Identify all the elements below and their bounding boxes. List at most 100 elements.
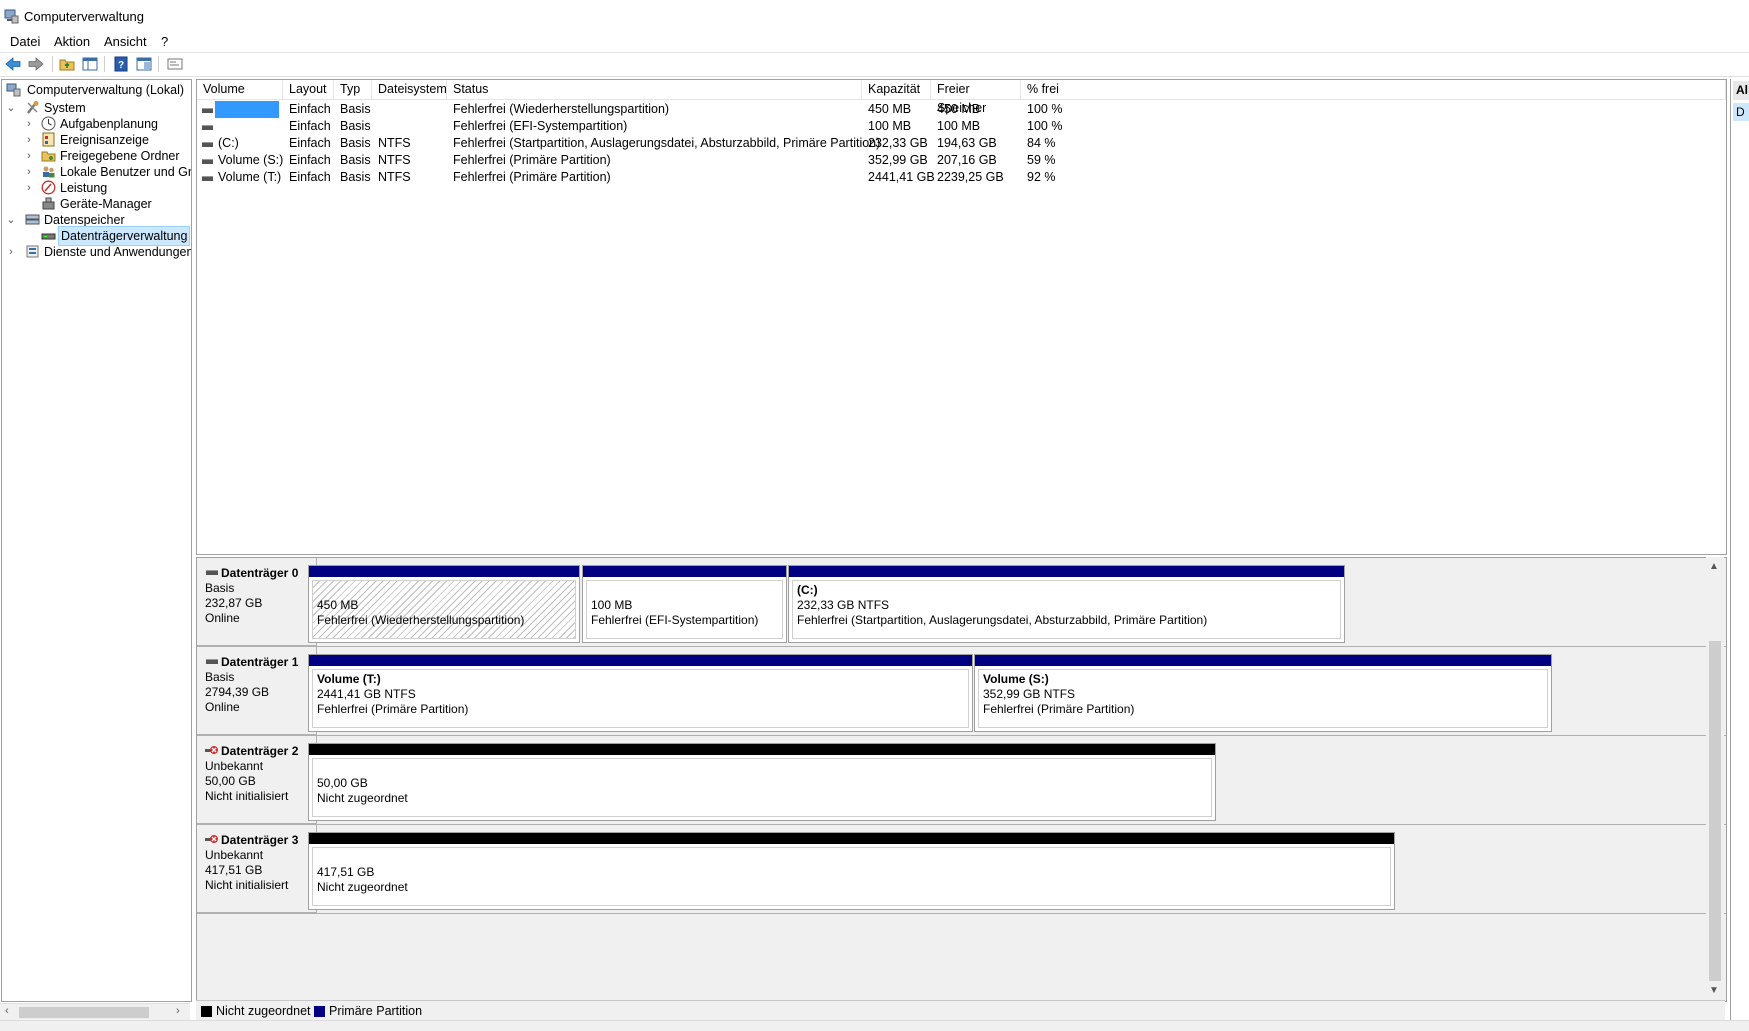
cell-cap: 352,99 GB xyxy=(868,153,928,167)
partition[interactable]: 100 MB Fehlerfrei (EFI-Systempartition) xyxy=(582,565,787,643)
partition-status: Nicht zugeordnet xyxy=(317,880,408,894)
cell-cap: 450 MB xyxy=(868,102,912,116)
scrollbar-thumb[interactable] xyxy=(19,1007,149,1018)
table-row[interactable]: Einfach Basis Fehlerfrei (EFI-Systempartit… xyxy=(197,118,1726,135)
cell-pct: 100 % xyxy=(1027,119,1063,133)
cell-cap: 100 MB xyxy=(868,119,912,133)
menu-help[interactable]: ? xyxy=(158,32,171,52)
svg-text:?: ? xyxy=(118,60,124,71)
col-dateisystem[interactable]: Dateisystem xyxy=(372,80,447,99)
partition-name: (C:) xyxy=(797,583,818,597)
cell-cap: 232,33 GB xyxy=(868,136,928,150)
menu-aktion[interactable]: Aktion xyxy=(51,32,93,52)
cell-layout: Einfach xyxy=(289,119,331,133)
partition-size: 2441,41 GB NTFS xyxy=(317,687,416,701)
menu-datei[interactable]: Datei xyxy=(7,32,43,52)
chevron-down-icon[interactable]: ⌄ xyxy=(6,211,16,229)
help-icon[interactable]: ? xyxy=(112,55,130,73)
cell-layout: Einfach xyxy=(289,136,331,150)
computer-management-icon xyxy=(6,83,21,97)
scroll-left-icon[interactable]: ‹ xyxy=(5,1005,9,1017)
col-freier-speicher[interactable]: Freier Speicher xyxy=(931,80,1021,115)
partition-size: 352,99 GB NTFS xyxy=(983,687,1076,701)
scroll-up-icon[interactable]: ▲ xyxy=(1709,561,1719,572)
scroll-down-icon[interactable]: ▼ xyxy=(1709,985,1719,996)
users-icon xyxy=(43,166,55,178)
table-row[interactable]: Volume (T:) Einfach Basis NTFS Fehlerfrei (P… xyxy=(197,169,1726,186)
cell-free: 207,16 GB xyxy=(937,153,997,167)
legend-primary: Primäre Partition xyxy=(329,1004,423,1018)
cell-volume: Volume (T:) xyxy=(218,170,282,184)
cell-typ: Basis xyxy=(340,119,371,133)
toolbar-separator xyxy=(52,56,53,72)
menu-bar: Datei Aktion Ansicht ? xyxy=(0,32,1749,52)
partition-body: 100 MB Fehlerfrei (EFI-Systempartition) xyxy=(586,580,783,639)
chevron-right-icon[interactable]: › xyxy=(6,243,16,261)
services-icon xyxy=(26,245,39,258)
col-volume[interactable]: Volume xyxy=(197,80,283,99)
cell-status: Fehlerfrei (Wiederherstellungspartition) xyxy=(453,102,670,116)
cell-typ: Basis xyxy=(340,170,371,184)
partition-body: Volume (T:) 2441,41 GB NTFS Fehlerfrei (Pr… xyxy=(312,669,969,728)
partition-size: 232,33 GB NTFS xyxy=(797,598,890,612)
actions-pane: Al D xyxy=(1730,79,1749,1020)
clock-icon xyxy=(41,116,56,131)
col-status[interactable]: Status xyxy=(447,80,862,99)
partition[interactable]: 450 MB Fehlerfrei (Wiederherstellungspart… xyxy=(308,565,580,643)
cell-typ: Basis xyxy=(340,153,371,167)
forward-arrow-icon[interactable] xyxy=(27,55,45,73)
toolbar-separator xyxy=(104,56,105,72)
console-icon[interactable] xyxy=(166,55,184,73)
cell-status: Fehlerfrei (Primäre Partition) xyxy=(453,170,611,184)
table-row[interactable]: (C:) Einfach Basis NTFS Fehlerfrei (Startpar… xyxy=(197,135,1726,152)
partition-status: Nicht zugeordnet xyxy=(317,791,408,805)
back-arrow-icon[interactable] xyxy=(4,55,22,73)
partition[interactable]: Volume (S:) 352,99 GB NTFS Fehlerfrei (Pri… xyxy=(974,654,1552,732)
tree-horizontal-scrollbar[interactable]: ‹ › xyxy=(0,1003,190,1021)
cell-pct: 59 % xyxy=(1027,153,1056,167)
cell-pct: 84 % xyxy=(1027,136,1056,150)
scroll-right-icon[interactable]: › xyxy=(176,1005,180,1017)
properties-icon[interactable] xyxy=(135,55,153,73)
actions-item[interactable]: D xyxy=(1733,103,1749,121)
cell-free: 450 MB xyxy=(937,102,981,116)
partition-name: Volume (S:) xyxy=(983,672,1049,686)
col-kapazitaet[interactable]: Kapazität xyxy=(862,80,931,99)
up-folder-icon[interactable] xyxy=(58,55,76,73)
unallocated-partition[interactable]: 417,51 GB Nicht zugeordnet xyxy=(308,832,1395,910)
col-typ[interactable]: Typ xyxy=(334,80,372,99)
col-layout[interactable]: Layout xyxy=(283,80,334,99)
cell-cap: 2441,41 GB xyxy=(868,170,935,184)
partition-type-bar xyxy=(789,566,1344,577)
scrollbar-thumb[interactable] xyxy=(1709,641,1721,981)
partition-status: Fehlerfrei (EFI-Systempartition) xyxy=(591,613,759,627)
legend-unallocated: Nicht zugeordnet xyxy=(216,1004,311,1018)
cell-fs: NTFS xyxy=(378,136,411,150)
cell-status: Fehlerfrei (Startpartition, Auslagerungs… xyxy=(453,136,881,150)
unallocated-partition[interactable]: 50,00 GB Nicht zugeordnet xyxy=(308,743,1216,821)
chevron-right-icon[interactable]: › xyxy=(24,179,34,197)
partition-type-bar xyxy=(309,566,579,577)
graph-vertical-scrollbar[interactable]: ▲ ▼ xyxy=(1706,557,1724,1000)
chevron-down-icon[interactable]: ⌄ xyxy=(6,99,16,117)
table-row[interactable]: Volume (S:) Einfach Basis NTFS Fehlerfrei (P… xyxy=(197,152,1726,169)
legend-swatch-unallocated xyxy=(201,1006,212,1017)
partition-status: Fehlerfrei (Startpartition, Auslagerungs… xyxy=(797,613,1208,627)
partition-status: Fehlerfrei (Primäre Partition) xyxy=(983,702,1135,716)
partition[interactable]: Volume (T:) 2441,41 GB NTFS Fehlerfrei (Pr… xyxy=(308,654,973,732)
table-row[interactable]: Einfach Basis Fehlerfrei (Wiederherstellun… xyxy=(197,101,1726,118)
cell-pct: 100 % xyxy=(1027,102,1063,116)
partition-status: Fehlerfrei (Primäre Partition) xyxy=(317,702,469,716)
cell-status: Fehlerfrei (EFI-Systempartition) xyxy=(453,119,628,133)
menu-ansicht[interactable]: Ansicht xyxy=(101,32,150,52)
partition-type-bar xyxy=(975,655,1551,666)
show-hide-tree-icon[interactable] xyxy=(81,55,99,73)
partition-size: 50,00 GB xyxy=(317,776,368,790)
partition-size: 417,51 GB xyxy=(317,865,375,879)
partition-status: Fehlerfrei (Wiederherstellungspartition) xyxy=(317,613,525,627)
partition-body: 50,00 GB Nicht zugeordnet xyxy=(312,758,1212,817)
col-prozent-frei[interactable]: % frei xyxy=(1021,80,1726,99)
legend: Nicht zugeordnet Primäre Partition xyxy=(196,1000,1725,1021)
performance-icon xyxy=(41,180,56,195)
partition[interactable]: (C:) 232,33 GB NTFS Fehlerfrei (Startparti… xyxy=(788,565,1345,643)
